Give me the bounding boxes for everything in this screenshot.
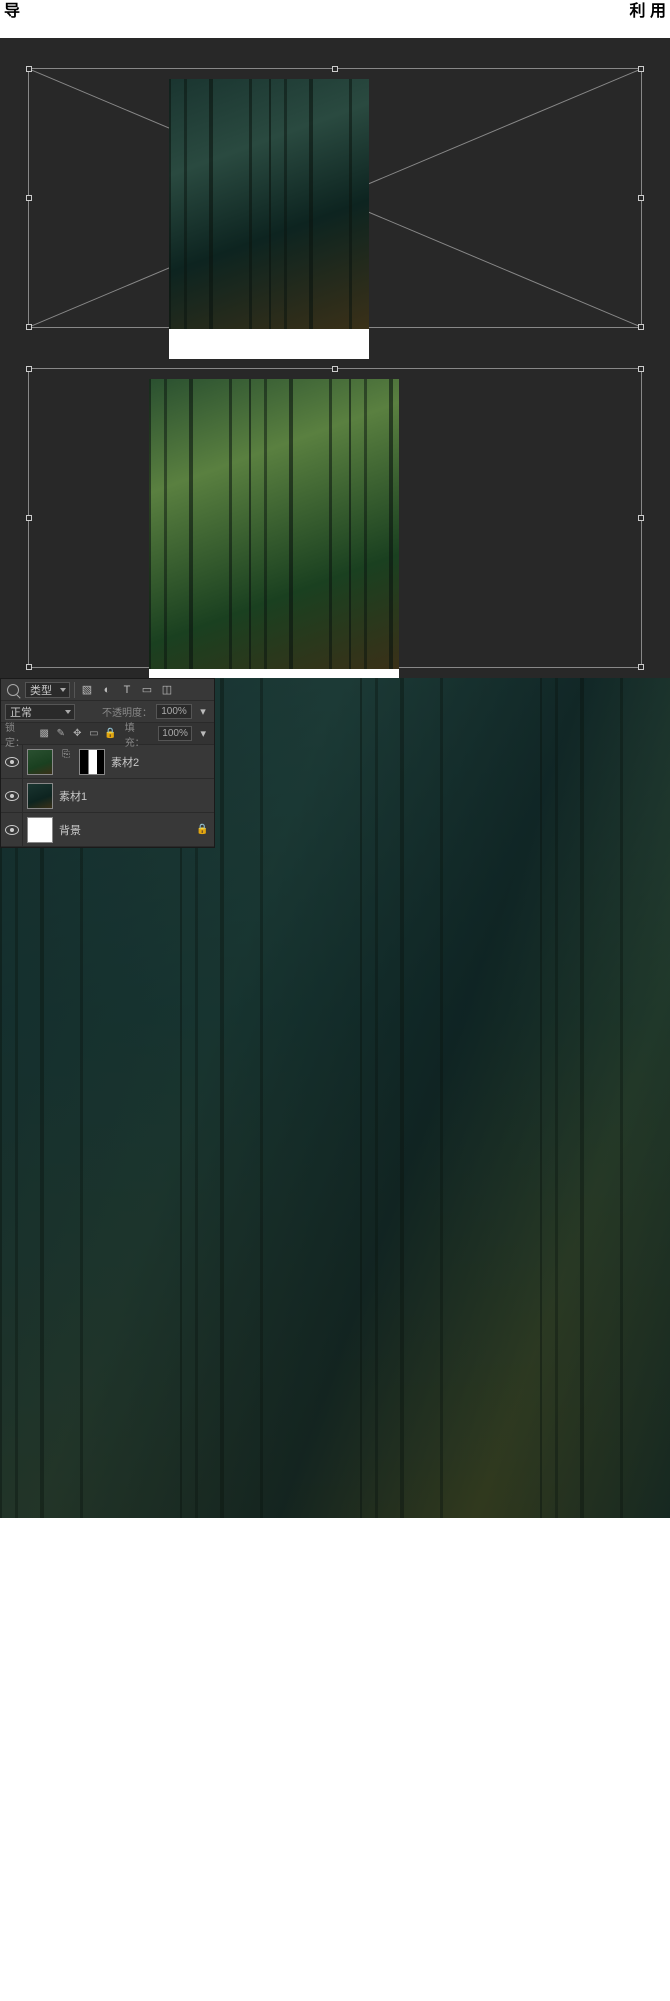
opacity-input[interactable]: 100%	[156, 704, 192, 719]
filter-type-dropdown[interactable]: 类型	[25, 682, 70, 698]
layer-mask-thumbnail[interactable]	[79, 749, 105, 775]
lock-paint-icon[interactable]: ✎	[55, 727, 68, 740]
filter-pixel-icon[interactable]: ▧	[79, 683, 95, 697]
search-icon[interactable]	[5, 683, 21, 697]
handle-icon[interactable]	[638, 324, 644, 330]
filter-type-icon[interactable]: T	[119, 683, 135, 697]
composite-section: 类型 ▧ ◐ T ▭ ◫ 正常 不透明度： 100% ▾ 锁定： ▩ ✎ ✥ ▭…	[0, 678, 670, 1578]
layer-row[interactable]: 素材1	[1, 779, 214, 813]
layer-name[interactable]: 素材1	[59, 788, 87, 804]
visibility-toggle[interactable]	[1, 745, 23, 778]
lock-fill-row: 锁定： ▩ ✎ ✥ ▭ 🔒 填充： 100% ▾	[1, 723, 214, 745]
layer-thumbnail[interactable]	[27, 817, 53, 843]
handle-icon[interactable]	[332, 366, 338, 372]
separator	[74, 682, 75, 698]
placed-image-2[interactable]	[149, 379, 399, 699]
lock-position-icon[interactable]: ✥	[71, 727, 84, 740]
handle-icon[interactable]	[26, 324, 32, 330]
layer-name[interactable]: 素材2	[111, 754, 139, 770]
lock-label: 锁定：	[5, 719, 34, 749]
layer-name[interactable]: 背景	[59, 822, 81, 838]
layers-panel: 类型 ▧ ◐ T ▭ ◫ 正常 不透明度： 100% ▾ 锁定： ▩ ✎ ✥ ▭…	[0, 678, 215, 848]
filter-shape-icon[interactable]: ▭	[139, 683, 155, 697]
mask-link-icon[interactable]: ⎘	[61, 749, 71, 775]
handle-icon[interactable]	[638, 515, 644, 521]
layer-row[interactable]: ⎘ 素材2	[1, 745, 214, 779]
blend-mode-dropdown[interactable]: 正常	[5, 704, 75, 720]
handle-icon[interactable]	[638, 66, 644, 72]
lock-artboard-icon[interactable]: ▭	[88, 727, 101, 740]
transform-frame-2[interactable]	[28, 368, 642, 668]
blend-mode-value: 正常	[10, 704, 32, 720]
handle-icon[interactable]	[26, 366, 32, 372]
transform-frame-1[interactable]	[28, 68, 642, 328]
eye-icon	[5, 757, 19, 767]
lock-all-icon[interactable]: 🔒	[104, 727, 117, 740]
filter-adjustment-icon[interactable]: ◐	[99, 683, 115, 697]
image-caption-1	[169, 329, 369, 359]
visibility-toggle[interactable]	[1, 779, 23, 812]
layer-row[interactable]: 背景 🔒	[1, 813, 214, 847]
instruction-text: 导 利 用	[0, 0, 670, 38]
eye-icon	[5, 825, 19, 835]
forest-image-1	[169, 79, 369, 329]
lock-transparent-icon[interactable]: ▩	[38, 727, 51, 740]
fill-label: 填充：	[125, 719, 154, 749]
eye-icon	[5, 791, 19, 801]
layer-thumbnail[interactable]	[27, 783, 53, 809]
chevron-down-icon[interactable]: ▾	[196, 705, 210, 719]
fill-input[interactable]: 100%	[158, 726, 193, 741]
canvas-area	[0, 38, 670, 678]
handle-icon[interactable]	[638, 366, 644, 372]
placed-image-1[interactable]	[169, 79, 369, 359]
composite-caption	[0, 1518, 670, 1578]
layer-thumbnail[interactable]	[27, 749, 53, 775]
filter-smartobj-icon[interactable]: ◫	[159, 683, 175, 697]
handle-icon[interactable]	[26, 66, 32, 72]
visibility-toggle[interactable]	[1, 813, 23, 846]
lock-icon: 🔒	[196, 824, 208, 836]
layer-filter-row: 类型 ▧ ◐ T ▭ ◫	[1, 679, 214, 701]
handle-icon[interactable]	[26, 195, 32, 201]
handle-icon[interactable]	[26, 515, 32, 521]
chevron-down-icon[interactable]: ▾	[196, 727, 210, 741]
handle-icon[interactable]	[638, 195, 644, 201]
handle-icon[interactable]	[332, 66, 338, 72]
opacity-label: 不透明度：	[102, 704, 152, 719]
handle-icon[interactable]	[26, 664, 32, 670]
forest-image-2	[149, 379, 399, 669]
handle-icon[interactable]	[638, 664, 644, 670]
filter-type-label: 类型	[30, 682, 52, 698]
